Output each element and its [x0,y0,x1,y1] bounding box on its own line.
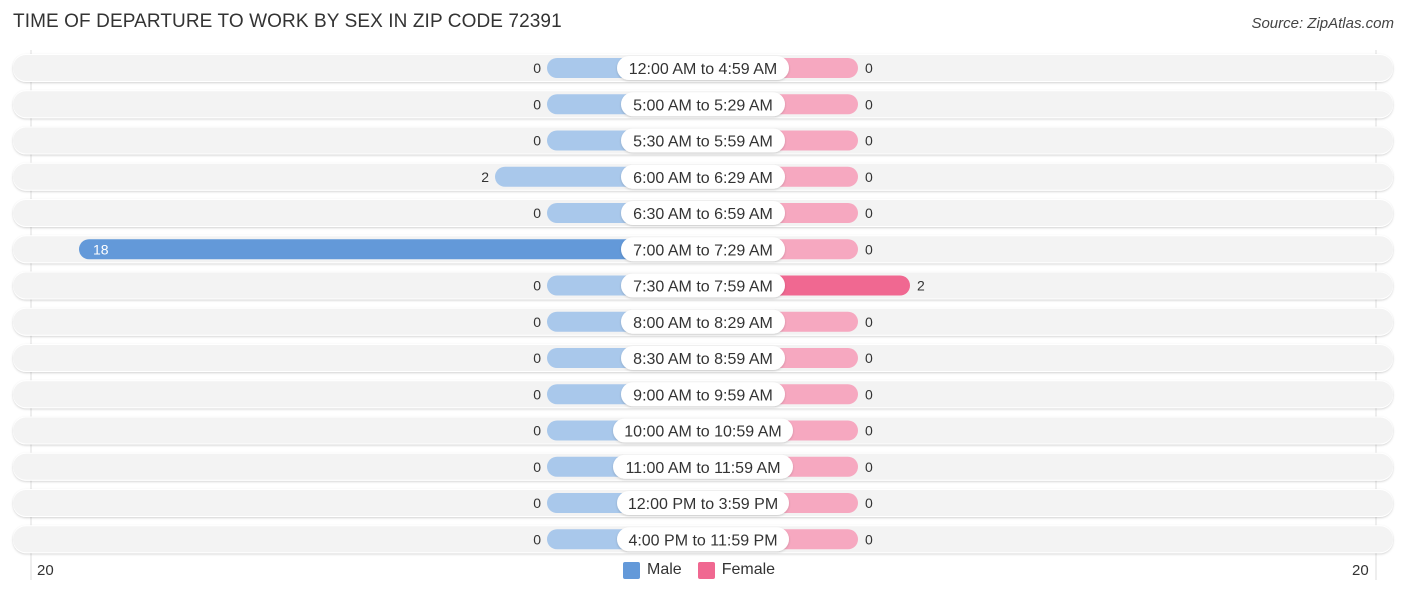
chart-row: 0 0 8:00 AM to 8:29 AM [13,307,1393,336]
chart-row: 18 0 7:00 AM to 7:29 AM [13,235,1393,264]
value-label-female: 0 [865,96,873,112]
value-label-female: 0 [865,241,873,257]
value-label-female: 0 [865,459,873,475]
category-label: 7:30 AM to 7:59 AM [633,279,773,296]
diverging-bar-chart: 0 0 12:00 AM to 4:59 AM 0 0 5:00 AM to 5:29 A… [13,50,1393,580]
legend-swatch-male [623,561,640,579]
bar-male[interactable] [79,239,713,260]
chart-row: 2 0 6:00 AM to 6:29 AM [13,162,1393,191]
chart-row: 0 0 5:30 AM to 5:59 AM [13,126,1393,155]
chart-row: 0 0 12:00 PM to 3:59 PM [13,489,1393,517]
category-label: 6:00 AM to 6:29 AM [633,170,773,187]
value-label-male: 0 [533,60,541,76]
value-label-male: 0 [533,423,541,439]
category-label: 8:00 AM to 8:29 AM [633,315,773,332]
category-label: 11:00 AM to 11:59 AM [625,460,780,477]
chart-row: 0 0 4:00 PM to 11:59 PM [13,525,1393,554]
chart-row: 0 0 11:00 AM to 11:59 AM [13,452,1393,481]
legend-item-female[interactable]: Female [697,561,776,579]
value-label-female: 0 [865,531,873,547]
value-label-male: 0 [533,133,541,149]
value-label-male: 0 [533,531,541,547]
value-label-male: 0 [533,350,541,366]
chart-row: 0 0 5:00 AM to 5:29 AM [13,90,1393,119]
category-label: 7:00 AM to 7:29 AM [633,242,773,259]
category-label: 9:00 AM to 9:59 AM [633,387,773,404]
value-label-male: 0 [533,386,541,402]
category-label: 4:00 PM to 11:59 PM [628,532,777,549]
category-label: 8:30 AM to 8:59 AM [633,351,773,368]
value-label-male: 0 [533,205,541,221]
chart-row: 0 0 8:30 AM to 8:59 AM [13,344,1393,372]
chart-row: 0 2 7:30 AM to 7:59 AM [13,271,1393,300]
value-label-male: 0 [533,278,541,294]
legend: Male Female [623,561,791,579]
value-label-male: 0 [533,495,541,511]
category-label: 5:30 AM to 5:59 AM [633,134,773,151]
category-label: 10:00 AM to 10:59 AM [624,424,781,441]
value-label-female: 0 [865,423,873,439]
value-label-female: 0 [865,133,873,149]
value-label-male: 18 [93,241,109,257]
category-label: 12:00 AM to 4:59 AM [629,61,778,78]
value-label-male: 0 [533,459,541,475]
legend-label-female: Female [721,561,776,578]
legend-item-male[interactable]: Male [623,561,682,579]
chart-row: 0 0 9:00 AM to 9:59 AM [13,380,1393,409]
chart-row: 0 0 10:00 AM to 10:59 AM [13,416,1393,445]
value-label-female: 0 [865,386,873,402]
value-label-female: 2 [917,278,925,294]
legend-label-male: Male [647,561,682,578]
chart-row: 0 0 6:30 AM to 6:59 AM [13,199,1393,227]
category-label: 5:00 AM to 5:29 AM [633,97,773,114]
value-label-male: 0 [533,96,541,112]
value-label-male: 2 [481,169,489,185]
axis-tick-right: 20 [1352,562,1369,579]
legend-swatch-female [697,561,715,579]
category-label: 6:30 AM to 6:59 AM [633,206,773,223]
axis-tick-left: 20 [37,562,54,579]
value-label-male: 0 [533,314,541,330]
value-label-female: 0 [865,169,873,185]
chart-row: 0 0 12:00 AM to 4:59 AM [13,54,1393,82]
value-label-female: 0 [865,350,873,366]
value-label-female: 0 [865,314,873,330]
value-label-female: 0 [865,495,873,511]
category-label: 12:00 PM to 3:59 PM [628,496,778,513]
value-label-female: 0 [865,205,873,221]
value-label-female: 0 [865,60,873,76]
